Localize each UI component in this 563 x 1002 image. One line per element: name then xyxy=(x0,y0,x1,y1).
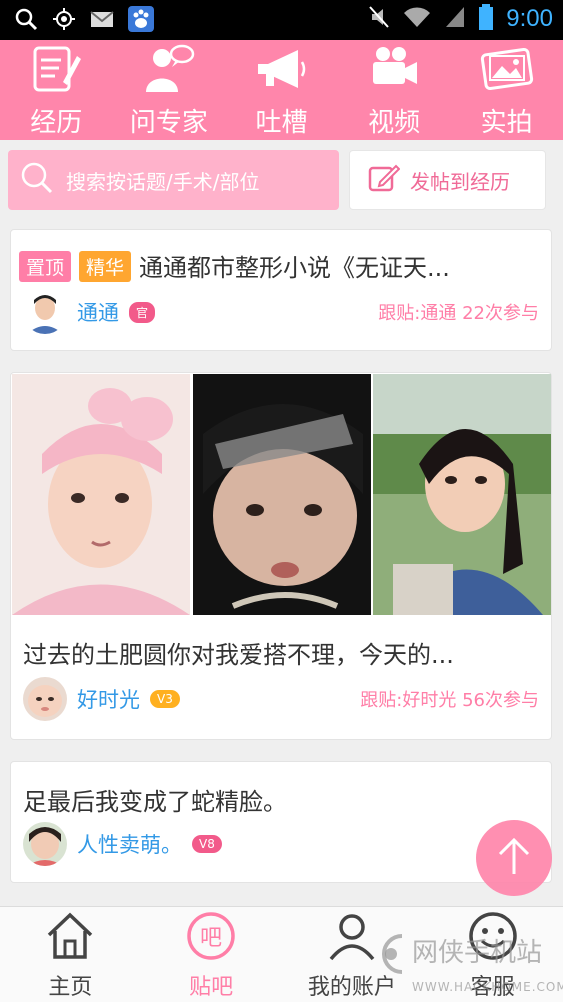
follow-stat: 跟贴:通通 22次参与 xyxy=(378,303,539,324)
pinned-tag: 置顶 xyxy=(19,251,72,282)
tab-label: 实拍 xyxy=(480,107,533,138)
post-meta: 好时光 V3 跟贴:好时光 56次参与 xyxy=(23,677,539,721)
tab-label: 问专家 xyxy=(129,107,208,138)
watermark-logo-icon xyxy=(372,930,410,982)
post-meta: 通通 官 跟贴:通通 22次参与 xyxy=(23,290,539,334)
nav-label: 主页 xyxy=(48,974,93,1000)
top-nav: 经历 问专家 吐槽 视频 实拍 xyxy=(0,40,563,140)
tab-ask-expert[interactable]: 问专家 xyxy=(113,40,226,140)
baidu-icon xyxy=(128,6,154,36)
post-title: 足最后我变成了蛇精脸。 xyxy=(23,788,287,816)
featured-tag: 精华 xyxy=(79,251,132,282)
post-card[interactable]: 足最后我变成了蛇精脸。 人性卖萌。 V8 xyxy=(10,761,552,883)
level-badge: V8 xyxy=(192,835,222,853)
username[interactable]: 人性卖萌。 xyxy=(77,829,182,859)
tab-experience[interactable]: 经历 xyxy=(0,40,113,140)
avatar[interactable] xyxy=(23,677,67,721)
follow-stat: 跟贴:好时光 56次参与 xyxy=(360,690,539,711)
post-photo[interactable] xyxy=(373,374,552,615)
search-input[interactable]: 搜索按话题/手术/部位 xyxy=(8,150,339,210)
gps-icon xyxy=(52,7,76,35)
battery-icon xyxy=(478,4,494,34)
edit-icon xyxy=(368,162,401,199)
home-icon xyxy=(43,909,97,967)
search-icon xyxy=(20,161,54,199)
username[interactable]: 通通 xyxy=(77,297,119,327)
post-to-experience-button[interactable]: 发帖到经历 xyxy=(349,150,546,210)
diary-icon xyxy=(29,42,83,100)
user-icon xyxy=(325,909,379,967)
avatar[interactable] xyxy=(23,290,67,334)
video-camera-icon xyxy=(367,42,421,100)
post-title-row: 置顶 精华 通通都市整形小说《无证天... xyxy=(19,248,543,283)
nav-label: 贴吧 xyxy=(189,974,234,1000)
level-badge: V3 xyxy=(150,690,180,708)
tab-video[interactable]: 视频 xyxy=(338,40,451,140)
tab-label: 视频 xyxy=(368,107,421,138)
nav-forum[interactable]: 吧 贴吧 xyxy=(141,907,282,1002)
signal-icon xyxy=(444,5,466,33)
megaphone-icon xyxy=(254,42,308,100)
scroll-to-top-button[interactable] xyxy=(476,820,552,896)
arrow-up-icon xyxy=(494,834,534,882)
watermark: 网侠手机站 WWW.HACKHOME.COM xyxy=(372,930,563,1002)
wifi-icon xyxy=(402,5,432,33)
search-icon xyxy=(14,7,38,35)
mail-icon xyxy=(90,9,114,33)
username[interactable]: 好时光 xyxy=(77,684,140,714)
avatar[interactable] xyxy=(23,822,67,866)
post-photos xyxy=(12,374,552,615)
tab-real-photo[interactable]: 实拍 xyxy=(450,40,563,140)
post-meta: 人性卖萌。 V8 xyxy=(23,822,539,866)
chat-bubble-icon: 吧 xyxy=(184,909,238,967)
post-photo[interactable] xyxy=(192,374,372,615)
tab-label: 吐槽 xyxy=(255,107,308,138)
post-title: 通通都市整形小说《无证天... xyxy=(139,254,450,282)
post-button-label: 发帖到经历 xyxy=(410,169,510,194)
official-badge: 官 xyxy=(129,301,156,323)
post-card[interactable]: 置顶 精华 通通都市整形小说《无证天... 通通 官 跟贴:通通 22次参与 xyxy=(10,229,552,351)
post-title: 过去的土肥圆你对我爱搭不理，今天的... xyxy=(23,641,454,669)
post-card[interactable]: 过去的土肥圆你对我爱搭不理，今天的... 好时光 V3 跟贴:好时光 56次参与 xyxy=(10,372,552,740)
watermark-url: WWW.HACKHOME.COM xyxy=(412,980,563,994)
nav-home[interactable]: 主页 xyxy=(0,907,141,1002)
photo-icon xyxy=(480,42,534,100)
mute-icon xyxy=(368,5,390,33)
clock: 9:00 xyxy=(506,5,553,32)
expert-icon xyxy=(142,42,196,100)
status-bar: 9:00 xyxy=(0,0,563,40)
search-row: 搜索按话题/手术/部位 发帖到经历 xyxy=(8,150,546,210)
search-placeholder: 搜索按话题/手术/部位 xyxy=(66,169,260,194)
tab-label: 经历 xyxy=(30,107,83,138)
tab-rant[interactable]: 吐槽 xyxy=(225,40,338,140)
post-photo[interactable] xyxy=(12,374,191,615)
watermark-text: 网侠手机站 xyxy=(412,938,543,968)
svg-text:吧: 吧 xyxy=(200,926,222,951)
